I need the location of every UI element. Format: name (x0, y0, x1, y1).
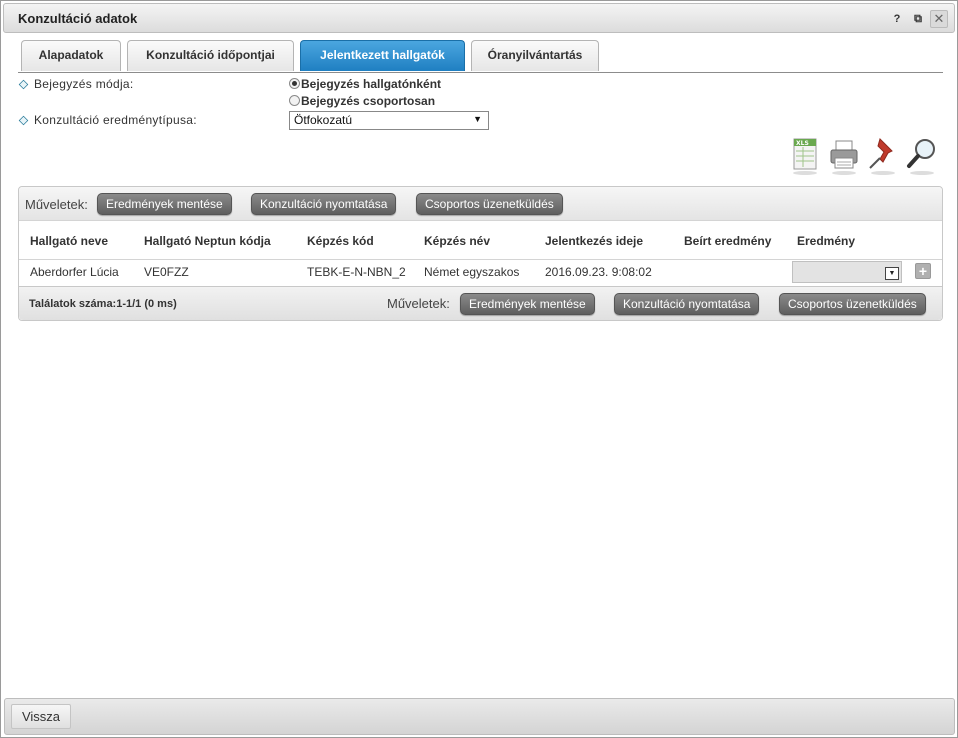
bullet-icon (18, 79, 29, 90)
cell-applied-at: 2016.09.23. 9:08:02 (545, 265, 652, 279)
radio-checked-icon[interactable] (289, 78, 300, 89)
bullet-icon (18, 115, 29, 126)
popout-icon[interactable]: ⧉ (909, 10, 927, 28)
save-results-button[interactable]: Eredmények mentése (97, 193, 232, 215)
operations-label: Műveletek: (387, 296, 450, 311)
radio-bejegyzes-hallgatonkent[interactable]: Bejegyzés hallgatónként (289, 77, 441, 91)
bottom-bar: Vissza (4, 698, 955, 735)
column-header-result[interactable]: Eredmény (797, 234, 855, 248)
print-consultation-button[interactable]: Konzultáció nyomtatása (614, 293, 760, 315)
help-button[interactable]: ? (888, 10, 906, 28)
operations-toolbar-bottom: Találatok száma:1-1/1 (0 ms) Műveletek: … (19, 286, 942, 320)
column-header-applied-at[interactable]: Jelentkezés ideje (545, 234, 643, 248)
search-icon[interactable] (905, 136, 939, 176)
entry-mode-label: Bejegyzés módja: (18, 77, 134, 91)
results-panel: Műveletek: Eredmények mentése Konzultáci… (18, 186, 943, 321)
tab-oranyilvantartas[interactable]: Óranyilvántartás (471, 40, 599, 71)
cell-program-code: TEBK-E-N-NBN_2 (307, 265, 406, 279)
title-bar: Konzultáció adatok ? ⧉ ✕ (3, 3, 955, 33)
column-header-neptun[interactable]: Hallgató Neptun kódja (144, 234, 271, 248)
cell-program-name: Német egyszakos (424, 265, 520, 279)
print-icon[interactable] (827, 136, 861, 176)
result-select[interactable]: ▼ (792, 261, 902, 283)
cell-student-name: Aberdorfer Lúcia (30, 265, 119, 279)
operations-label: Műveletek: (25, 197, 88, 212)
group-message-button[interactable]: Csoportos üzenetküldés (779, 293, 926, 315)
group-message-button[interactable]: Csoportos üzenetküldés (416, 193, 563, 215)
tab-jelentkezett-hallgatok[interactable]: Jelentkezett hallgatók (300, 40, 465, 71)
print-consultation-button[interactable]: Konzultáció nyomtatása (251, 193, 397, 215)
back-button[interactable]: Vissza (11, 704, 71, 729)
add-icon[interactable]: + (915, 263, 931, 279)
tab-divider (18, 72, 943, 73)
operations-toolbar-top: Műveletek: Eredmények mentése Konzultáci… (19, 187, 942, 221)
tab-konzultacio-idopontjai[interactable]: Konzultáció időpontjai (127, 40, 294, 71)
column-header-program-code[interactable]: Képzés kód (307, 234, 374, 248)
dropdown-arrow-icon: ▼ (473, 114, 482, 124)
xls-export-icon[interactable]: XLS (788, 136, 822, 176)
close-button[interactable]: ✕ (930, 10, 948, 28)
dialog-window: Konzultáció adatok ? ⧉ ✕ Alapadatok Konz… (0, 0, 958, 738)
save-results-button[interactable]: Eredmények mentése (460, 293, 595, 315)
tab-alapadatok[interactable]: Alapadatok (21, 40, 121, 71)
radio-unchecked-icon[interactable] (289, 95, 300, 106)
result-type-select[interactable]: Ötfokozatú ▼ (289, 111, 489, 130)
window-title: Konzultáció adatok (18, 11, 138, 26)
chevron-down-icon[interactable]: ▼ (885, 267, 899, 280)
cell-neptun-code: VE0FZZ (144, 265, 189, 279)
header-divider (19, 259, 942, 260)
column-header-entered-result[interactable]: Beírt eredmény (684, 234, 771, 248)
svg-text:XLS: XLS (796, 140, 809, 147)
result-count: Találatok száma:1-1/1 (0 ms) (29, 298, 177, 310)
result-type-label: Konzultáció eredménytípusa: (18, 113, 197, 127)
column-header-name[interactable]: Hallgató neve (30, 234, 108, 248)
pin-icon[interactable] (866, 136, 900, 176)
radio-bejegyzes-csoportosan[interactable]: Bejegyzés csoportosan (289, 94, 435, 108)
column-header-program-name[interactable]: Képzés név (424, 234, 490, 248)
